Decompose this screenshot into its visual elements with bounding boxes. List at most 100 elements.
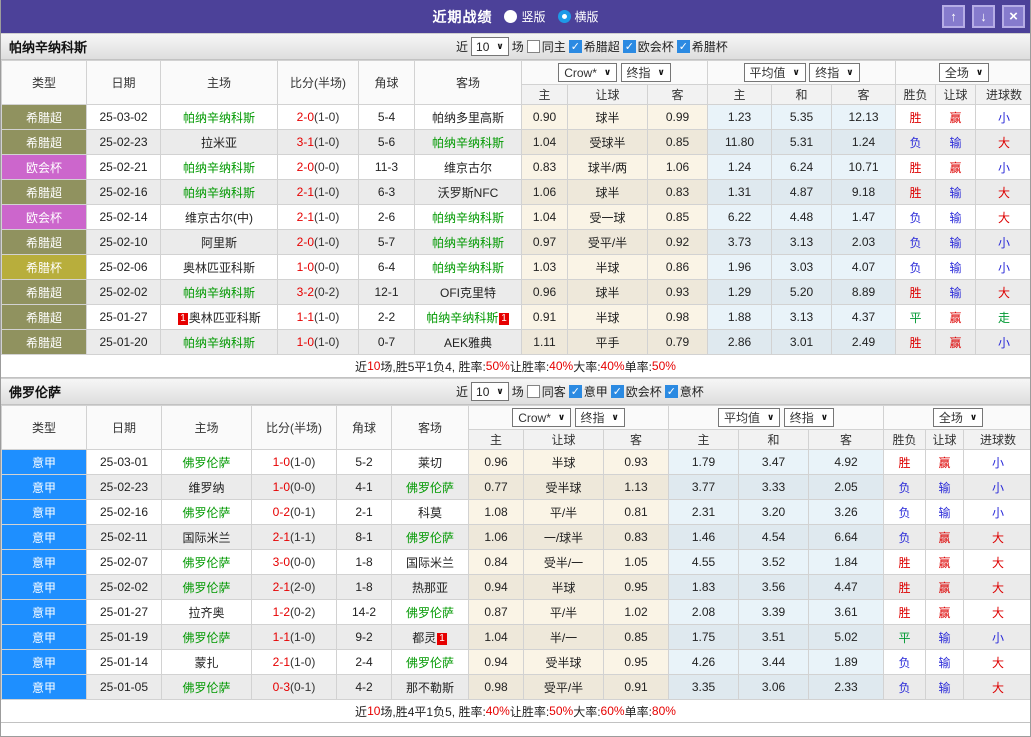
asian-odds-source-select[interactable]: Crow*∨ xyxy=(558,63,617,82)
competition-badge: 希腊超 xyxy=(2,180,87,205)
team-label: 帕纳辛纳科斯 xyxy=(183,111,255,125)
asian-home-odds: 0.90 xyxy=(522,105,568,130)
goals-result: 大 xyxy=(964,525,1031,550)
view-mode-horizontal-radio[interactable]: 横版 xyxy=(558,8,599,25)
outcome-result: 胜 xyxy=(884,600,926,625)
europe-home-odds: 6.22 xyxy=(708,205,772,230)
europe-home-odds: 1.96 xyxy=(708,255,772,280)
asian-away-odds: 0.95 xyxy=(604,575,669,600)
asian-odds-time-select[interactable]: 终指∨ xyxy=(621,63,671,82)
handicap-result: 输 xyxy=(936,280,976,305)
europe-away-odds: 4.47 xyxy=(809,575,884,600)
outcome-result: 平 xyxy=(896,305,936,330)
score: 0-3(0-1) xyxy=(252,675,337,700)
competition-checkbox[interactable]: 欧会杯 xyxy=(623,38,674,55)
handicap-line: 平/半 xyxy=(524,600,604,625)
match-row: 意甲25-01-27拉齐奥1-2(0-2)14-2佛罗伦萨0.87平/半1.02… xyxy=(2,600,1031,625)
outcome-result: 胜 xyxy=(896,330,936,355)
col-type: 类型 xyxy=(2,406,87,450)
halftime-score: (0-2) xyxy=(314,285,339,299)
competition-checkbox[interactable]: 意杯 xyxy=(665,383,704,400)
europe-odds-time-select[interactable]: 终指∨ xyxy=(809,63,859,82)
handicap-result: 赢 xyxy=(926,450,964,475)
away-team: 国际米兰 xyxy=(392,550,469,575)
team-filter-bar: 佛罗伦萨 近 10∨ 场 同客 意甲 欧会杯 意杯 xyxy=(1,378,1030,405)
record-summary: 近10场,胜4平1负5, 胜率:40% 让胜率:50% 大率:60% 单率:80… xyxy=(1,700,1030,723)
europe-home-odds: 4.26 xyxy=(669,650,739,675)
away-team: 帕纳辛纳科斯1 xyxy=(415,305,522,330)
scope-select[interactable]: 全场∨ xyxy=(939,63,989,82)
halftime-score: (0-0) xyxy=(314,260,339,274)
corner-score: 5-7 xyxy=(359,230,415,255)
handicap-line: 半球 xyxy=(568,255,648,280)
away-team: 莱切 xyxy=(392,450,469,475)
asian-odds-source-select[interactable]: Crow*∨ xyxy=(512,408,571,427)
home-team: 1奥林匹亚科斯 xyxy=(161,305,278,330)
match-count-select[interactable]: 10∨ xyxy=(471,37,509,56)
score: 1-2(0-2) xyxy=(252,600,337,625)
europe-odds-source-select[interactable]: 平均值∨ xyxy=(744,63,806,82)
team-filter-bar: 帕纳辛纳科斯 近 10∨ 场 同主 希腊超 欧会杯 希腊杯 xyxy=(1,33,1030,60)
close-button[interactable]: × xyxy=(1002,5,1025,28)
europe-odds-time-select[interactable]: 终指∨ xyxy=(784,408,834,427)
asian-away-odds: 0.93 xyxy=(604,450,669,475)
handicap-result: 赢 xyxy=(936,105,976,130)
halftime-score: (1-0) xyxy=(290,655,315,669)
handicap-result: 输 xyxy=(926,650,964,675)
asian-odds-time-select[interactable]: 终指∨ xyxy=(575,408,625,427)
outcome-result: 负 xyxy=(896,230,936,255)
competition-badge: 希腊超 xyxy=(2,330,87,355)
score: 2-1(1-0) xyxy=(278,180,359,205)
checkbox-icon xyxy=(527,385,540,398)
handicap-line: 受半球 xyxy=(524,475,604,500)
europe-home-odds: 4.55 xyxy=(669,550,739,575)
same-venue-checkbox[interactable]: 同主 xyxy=(527,38,566,55)
away-team: 沃罗斯NFC xyxy=(415,180,522,205)
europe-home-odds: 3.35 xyxy=(669,675,739,700)
competition-checkbox[interactable]: 希腊超 xyxy=(569,38,620,55)
handicap-result: 赢 xyxy=(936,330,976,355)
halftime-score: (0-1) xyxy=(290,680,315,694)
match-date: 25-01-05 xyxy=(87,675,162,700)
europe-home-odds: 1.75 xyxy=(669,625,739,650)
fulltime-score: 2-0 xyxy=(297,110,314,124)
away-team: 科莫 xyxy=(392,500,469,525)
checkbox-icon xyxy=(569,40,582,53)
corner-score: 2-1 xyxy=(337,500,392,525)
home-team: 佛罗伦萨 xyxy=(162,575,252,600)
outcome-result: 胜 xyxy=(884,550,926,575)
competition-checkbox[interactable]: 希腊杯 xyxy=(677,38,728,55)
match-date: 25-02-02 xyxy=(87,280,161,305)
corner-score: 1-8 xyxy=(337,550,392,575)
halftime-score: (0-0) xyxy=(290,480,315,494)
europe-odds-source-select[interactable]: 平均值∨ xyxy=(718,408,780,427)
team-label: 拉米亚 xyxy=(201,136,237,150)
match-count-select[interactable]: 10∨ xyxy=(471,382,509,401)
view-mode-vertical-radio[interactable]: 竖版 xyxy=(504,8,545,25)
home-team: 帕纳辛纳科斯 xyxy=(161,330,278,355)
match-date: 25-02-11 xyxy=(87,525,162,550)
move-up-button[interactable]: ↑ xyxy=(942,5,965,28)
summary-segment: 大率: xyxy=(573,358,600,375)
chevron-down-icon: ∨ xyxy=(658,67,665,78)
team-label: 那不勒斯 xyxy=(406,681,454,695)
scope-select[interactable]: 全场∨ xyxy=(933,408,983,427)
red-card-icon: 1 xyxy=(437,633,447,645)
competition-badge: 意甲 xyxy=(2,450,87,475)
goals-result: 小 xyxy=(976,105,1031,130)
fulltime-score: 3-0 xyxy=(273,555,290,569)
europe-draw-odds: 3.13 xyxy=(772,305,832,330)
competition-badge: 欧会杯 xyxy=(2,155,87,180)
europe-away-odds: 5.02 xyxy=(809,625,884,650)
same-venue-checkbox[interactable]: 同客 xyxy=(527,383,566,400)
competition-checkbox[interactable]: 欧会杯 xyxy=(611,383,662,400)
outcome-result: 胜 xyxy=(896,280,936,305)
away-team: 那不勒斯 xyxy=(392,675,469,700)
score: 1-0(0-0) xyxy=(278,255,359,280)
move-down-button[interactable]: ↓ xyxy=(972,5,995,28)
handicap-line: 受半球 xyxy=(524,650,604,675)
competition-checkbox[interactable]: 意甲 xyxy=(569,383,608,400)
corner-score: 5-6 xyxy=(359,130,415,155)
goals-result: 小 xyxy=(964,450,1031,475)
europe-away-odds: 2.03 xyxy=(832,230,896,255)
